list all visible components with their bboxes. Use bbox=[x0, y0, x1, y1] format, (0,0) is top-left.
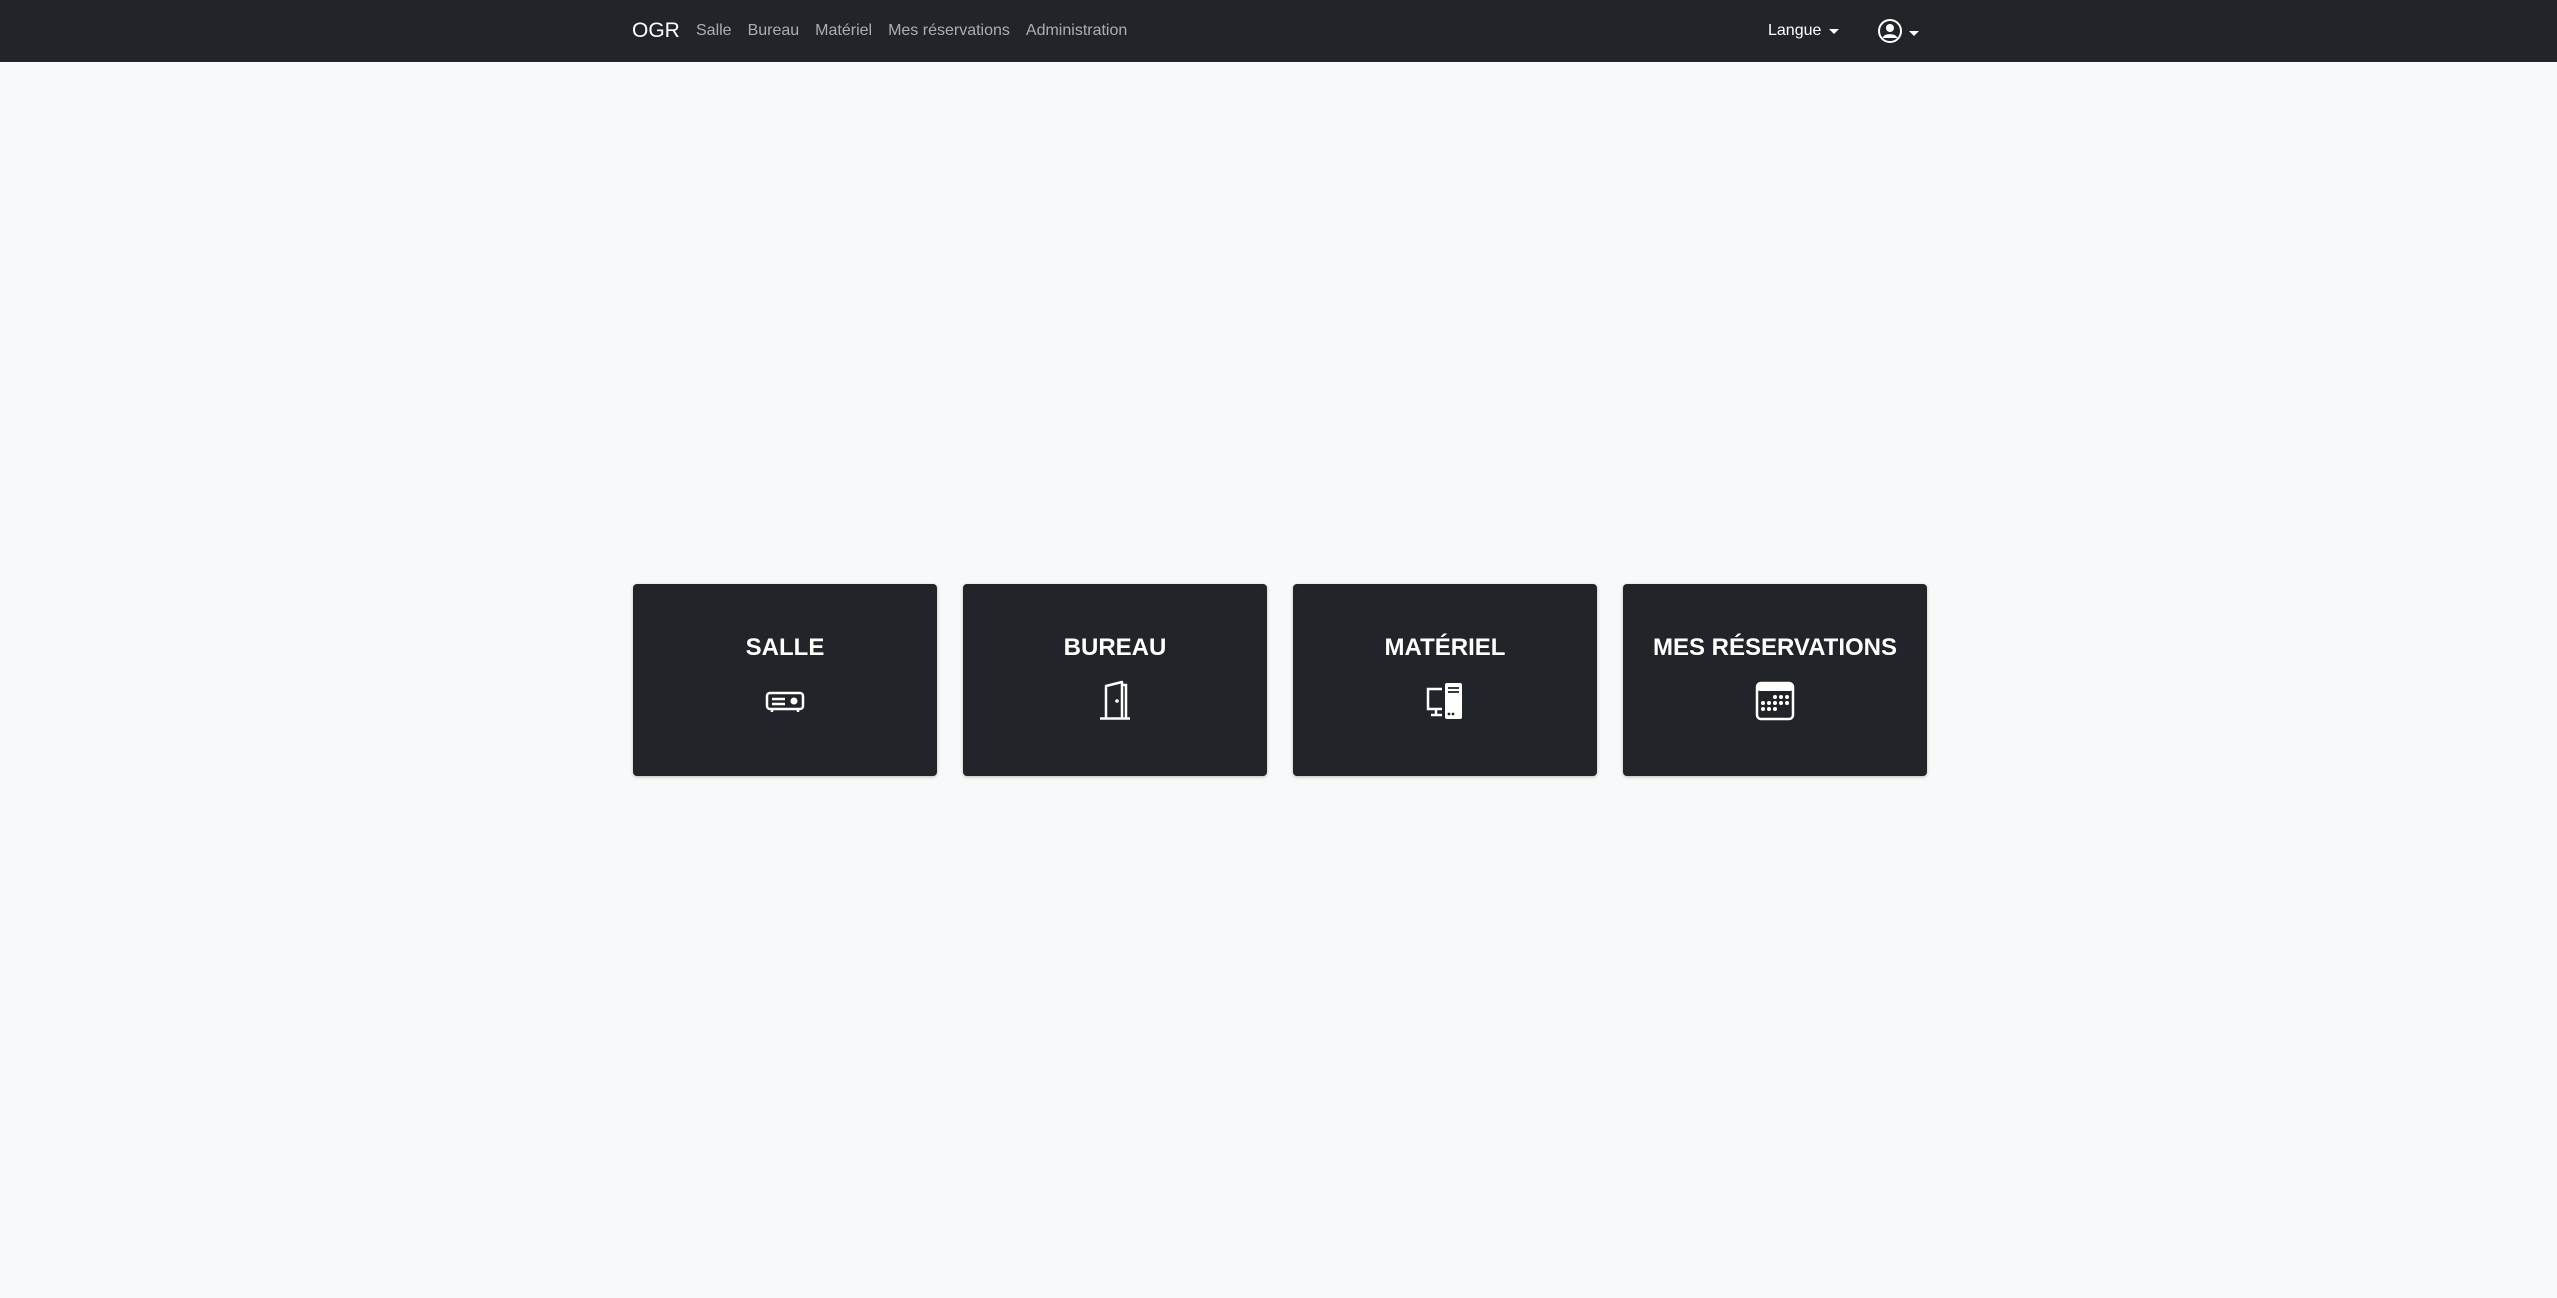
user-circle-icon bbox=[1877, 18, 1903, 49]
nav-link-salle[interactable]: Salle bbox=[696, 21, 732, 41]
navbar: OGR Salle Bureau Matériel Mes réservatio… bbox=[0, 0, 2557, 62]
brand-logo[interactable]: OGR bbox=[632, 18, 680, 44]
pc-display-icon bbox=[1423, 679, 1467, 723]
nav-link-administration[interactable]: Administration bbox=[1026, 21, 1127, 41]
card-title: SALLE bbox=[745, 634, 825, 661]
language-dropdown[interactable]: Langue bbox=[1768, 21, 1840, 41]
card-materiel[interactable]: MATÉRIEL bbox=[1293, 584, 1597, 776]
chevron-down-icon bbox=[1909, 31, 1919, 36]
projector-icon bbox=[763, 679, 807, 723]
card-bureau[interactable]: BUREAU bbox=[963, 584, 1267, 776]
calendar-icon bbox=[1753, 679, 1797, 723]
card-grid: SALLE BUREAU MATÉRIEL MES RÉSERVATIONS bbox=[633, 584, 1927, 776]
card-salle[interactable]: SALLE bbox=[633, 584, 937, 776]
card-title: MATÉRIEL bbox=[1384, 634, 1506, 661]
card-title: MES RÉSERVATIONS bbox=[1652, 634, 1898, 661]
chevron-down-icon bbox=[1829, 28, 1840, 34]
user-menu-dropdown[interactable] bbox=[1877, 18, 1919, 49]
nav-link-bureau[interactable]: Bureau bbox=[748, 21, 800, 41]
nav-link-materiel[interactable]: Matériel bbox=[815, 21, 872, 41]
door-icon bbox=[1093, 679, 1137, 723]
nav-links: Salle Bureau Matériel Mes réservations A… bbox=[696, 21, 1127, 41]
card-title: BUREAU bbox=[1063, 634, 1167, 661]
language-label: Langue bbox=[1768, 22, 1822, 39]
card-mes-reservations[interactable]: MES RÉSERVATIONS bbox=[1623, 584, 1927, 776]
nav-link-mes-reservations[interactable]: Mes réservations bbox=[888, 21, 1010, 41]
